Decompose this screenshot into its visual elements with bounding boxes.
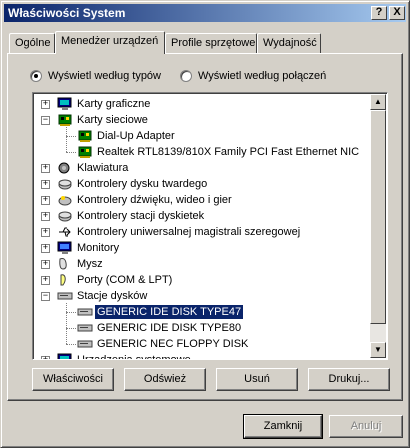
- device-label: Kontrolery dysku twardego: [77, 178, 208, 190]
- network-card-icon: [77, 129, 93, 143]
- device-label: Karty graficzne: [77, 98, 151, 110]
- device-label: Kontrolery uniwersalnej magistrali szere…: [77, 226, 301, 238]
- view-by-type-label: Wyświetl według typów: [48, 70, 161, 82]
- device-label: GENERIC IDE DISK TYPE47: [93, 304, 245, 320]
- tree-connector-line: [66, 152, 76, 154]
- expand-icon[interactable]: +: [41, 260, 50, 269]
- expand-icon[interactable]: +: [41, 196, 50, 205]
- cancel-button[interactable]: Anuluj: [329, 415, 403, 438]
- monitor-icon: [57, 241, 73, 255]
- system-properties-window: Właściwości System ? X Ogólne Menedżer u…: [0, 0, 410, 448]
- device-label: Urządzenia systemowe: [77, 354, 191, 360]
- disk-drive-icon: [77, 321, 93, 335]
- device-label: Klawiatura: [77, 162, 129, 174]
- tree-connector-line: [66, 127, 68, 152]
- device-tree[interactable]: + Karty graficzne − Karty sieciowe Dial-Up A…: [32, 92, 388, 360]
- floppy-controller-icon: [57, 209, 73, 223]
- expand-icon[interactable]: +: [41, 180, 50, 189]
- device-label: Dial-Up Adapter: [97, 130, 175, 142]
- tab-performance[interactable]: Wydajność: [257, 33, 321, 53]
- title-bar[interactable]: Właściwości System ? X: [4, 4, 406, 22]
- device-label: Karty sieciowe: [77, 114, 148, 126]
- device-label: Stacje dysków: [77, 290, 148, 302]
- expand-icon[interactable]: +: [41, 100, 50, 109]
- usb-icon: [57, 225, 73, 239]
- properties-button[interactable]: Właściwości: [32, 368, 114, 391]
- view-by-connection-radio[interactable]: [180, 70, 192, 82]
- network-card-icon: [77, 145, 93, 159]
- device-label: Kontrolery stacji dyskietek: [77, 210, 205, 222]
- tab-device-manager[interactable]: Menedżer urządzeń: [55, 31, 165, 54]
- expand-icon[interactable]: +: [41, 228, 50, 237]
- scroll-up-button[interactable]: ▲: [370, 94, 386, 110]
- display-adapter-icon: [57, 97, 73, 111]
- device-manager-panel: Wyświetl według typów Wyświetl według po…: [7, 53, 403, 401]
- help-button[interactable]: ?: [371, 6, 387, 20]
- refresh-button[interactable]: Odśwież: [124, 368, 206, 391]
- tab-hardware-profiles[interactable]: Profile sprzętowe: [165, 33, 257, 53]
- arrow-up-icon: ▲: [374, 97, 382, 106]
- sound-icon: [57, 193, 73, 207]
- expand-icon[interactable]: +: [41, 244, 50, 253]
- tab-general[interactable]: Ogólne: [9, 33, 55, 53]
- disk-drive-icon: [77, 305, 93, 319]
- device-label: Kontrolery dźwięku, wideo i gier: [77, 194, 232, 206]
- port-icon: [57, 273, 73, 287]
- collapse-icon[interactable]: −: [41, 116, 50, 125]
- view-by-connection-label: Wyświetl według połączeń: [198, 70, 327, 82]
- tree-connector-line: [66, 303, 68, 344]
- device-label: Realtek RTL8139/810X Family PCI Fast Eth…: [97, 146, 360, 158]
- tree-connector-line: [66, 344, 76, 346]
- expand-icon[interactable]: +: [41, 276, 50, 285]
- arrow-down-icon: ▼: [374, 345, 382, 354]
- device-label: GENERIC IDE DISK TYPE80: [97, 322, 242, 334]
- vertical-scrollbar[interactable]: ▲ ▼: [370, 94, 386, 358]
- disk-controller-icon: [57, 177, 73, 191]
- scroll-thumb[interactable]: [370, 110, 386, 324]
- view-by-connection-option[interactable]: Wyświetl według połączeń: [180, 68, 326, 84]
- view-by-type-radio[interactable]: [30, 70, 42, 82]
- keyboard-icon: [57, 161, 73, 175]
- print-button[interactable]: Drukuj...: [308, 368, 390, 391]
- close-button[interactable]: Zamknij: [243, 414, 323, 439]
- system-device-icon: [57, 353, 73, 359]
- close-window-button[interactable]: X: [389, 6, 405, 20]
- network-card-icon: [57, 113, 73, 127]
- collapse-icon[interactable]: −: [41, 292, 50, 301]
- expand-icon[interactable]: +: [41, 212, 50, 221]
- disk-drive-icon: [77, 337, 93, 351]
- disk-drive-icon: [57, 289, 73, 303]
- device-label: Porty (COM & LPT): [77, 274, 173, 286]
- expand-icon[interactable]: +: [41, 164, 50, 173]
- mouse-icon: [57, 257, 73, 271]
- window-title: Właściwości System: [8, 6, 126, 20]
- remove-button[interactable]: Usuń: [216, 368, 298, 391]
- device-label: GENERIC NEC FLOPPY DISK: [97, 338, 249, 350]
- expand-icon[interactable]: +: [41, 356, 50, 359]
- scroll-down-button[interactable]: ▼: [370, 342, 386, 358]
- device-label: Monitory: [77, 242, 120, 254]
- view-by-type-option[interactable]: Wyświetl według typów: [30, 68, 161, 84]
- device-label: Mysz: [77, 258, 103, 270]
